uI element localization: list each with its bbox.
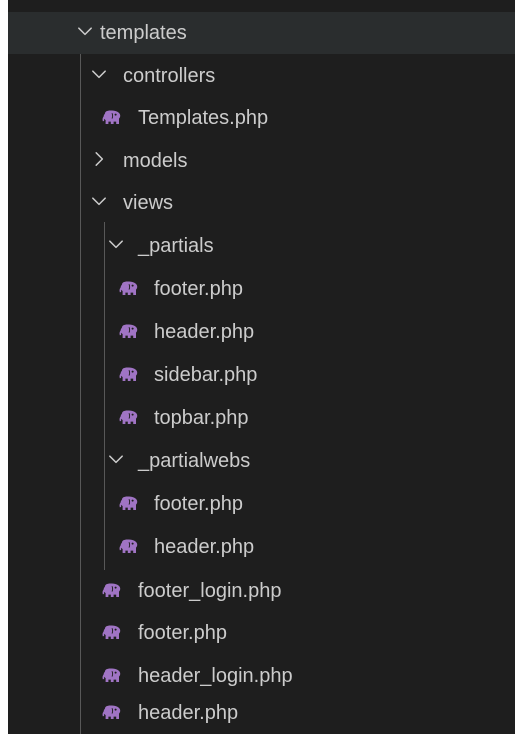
php-elephant-icon — [118, 323, 140, 341]
tree-file-header-php[interactable]: header.php — [8, 526, 515, 568]
folder-label: _partials — [138, 235, 214, 257]
tree-file-header-login-php[interactable]: header_login.php — [8, 655, 515, 697]
file-label: footer_login.php — [138, 580, 282, 602]
file-label: topbar.php — [154, 407, 249, 429]
tree-file-footer-php[interactable]: footer.php — [8, 612, 515, 654]
php-elephant-icon — [101, 624, 123, 642]
file-explorer-tree: templates controllers Templates.php mode… — [8, 0, 515, 734]
php-elephant-icon — [118, 538, 140, 556]
tree-file-footer-php[interactable]: footer.php — [8, 268, 515, 310]
file-label: header_login.php — [138, 665, 293, 687]
tree-folder-controllers[interactable]: controllers — [8, 55, 515, 97]
folder-label: models — [123, 150, 188, 172]
file-label: footer.php — [138, 622, 227, 644]
file-label: header.php — [154, 536, 255, 558]
tree-file-sidebar-php[interactable]: sidebar.php — [8, 354, 515, 396]
file-label: footer.php — [154, 278, 243, 300]
php-elephant-icon — [118, 280, 140, 298]
file-label: footer.php — [154, 493, 243, 515]
tree-folder-views[interactable]: views — [8, 182, 515, 224]
chevron-right-icon — [90, 150, 108, 168]
folder-label: templates — [100, 22, 187, 44]
folder-label: controllers — [123, 65, 216, 87]
tree-folder-models[interactable]: models — [8, 140, 515, 182]
tree-file-header-php[interactable]: header.php — [8, 692, 515, 734]
chevron-down-icon — [90, 192, 108, 210]
php-elephant-icon — [118, 495, 140, 513]
file-label: header.php — [154, 321, 255, 343]
php-elephant-icon — [118, 409, 140, 427]
chevron-down-icon — [107, 450, 125, 468]
tree-folder-templates[interactable]: templates — [8, 12, 515, 54]
chevron-down-icon — [76, 22, 94, 40]
php-elephant-icon — [101, 582, 123, 600]
tree-folder-partials[interactable]: _partials — [8, 225, 515, 267]
folder-label: views — [123, 192, 174, 214]
php-elephant-icon — [101, 704, 123, 722]
tree-file-header-php[interactable]: header.php — [8, 311, 515, 353]
tree-file-templates-php[interactable]: Templates.php — [8, 97, 515, 139]
folder-label: _partialwebs — [138, 450, 251, 472]
tree-file-footer-login-php[interactable]: footer_login.php — [8, 570, 515, 612]
file-label: header.php — [138, 702, 239, 724]
tree-file-topbar-php[interactable]: topbar.php — [8, 397, 515, 439]
file-label: Templates.php — [138, 107, 269, 129]
tree-folder-partialwebs[interactable]: _partialwebs — [8, 440, 515, 482]
tree-file-footer-php[interactable]: footer.php — [8, 483, 515, 525]
php-elephant-icon — [101, 109, 123, 127]
php-elephant-icon — [101, 667, 123, 685]
chevron-down-icon — [90, 65, 108, 83]
chevron-down-icon — [107, 235, 125, 253]
php-elephant-icon — [118, 366, 140, 384]
file-label: sidebar.php — [154, 364, 258, 386]
